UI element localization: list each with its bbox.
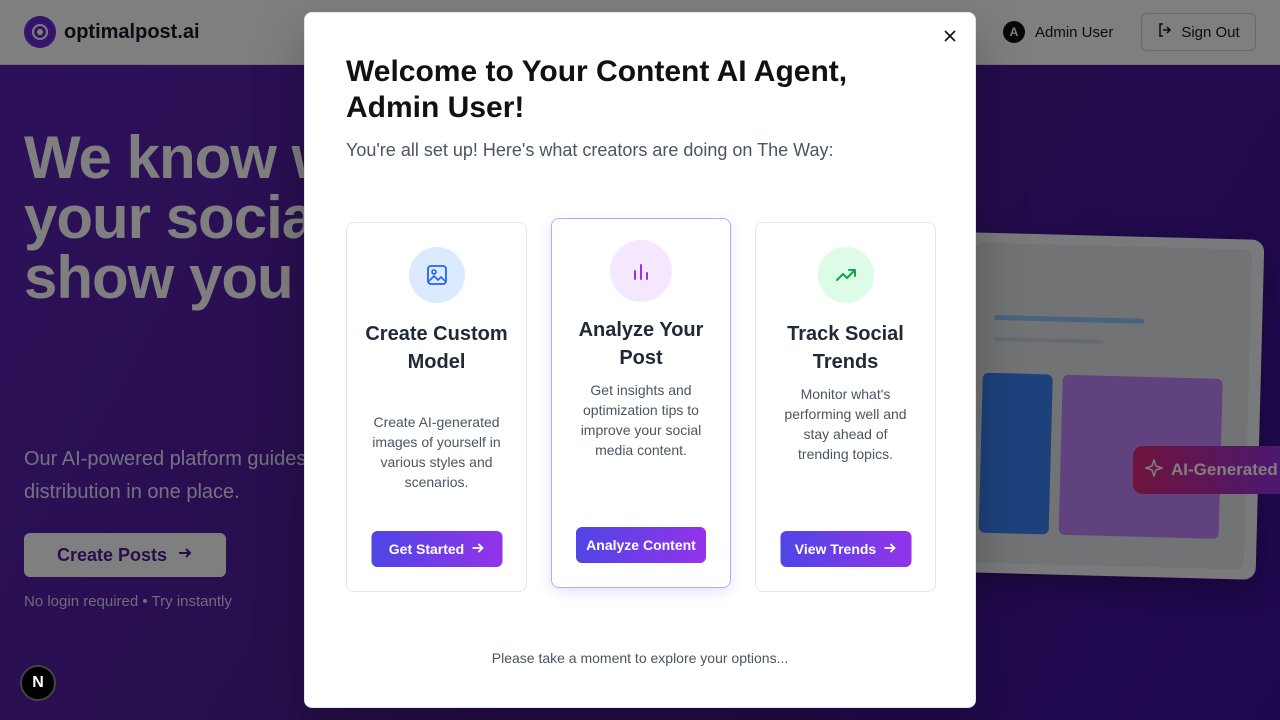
image-icon [408,247,465,303]
card-title: Create Custom Model [365,323,508,373]
card-title: Track Social Trends [787,323,904,373]
bar-chart-icon [610,240,672,302]
modal-footer-text: Please take a moment to explore your opt… [491,650,789,666]
card-create-custom-model: Create Custom Model Create AI-generated … [346,222,527,592]
card-track-social-trends: Track Social Trends Monitor what's perfo… [755,222,936,592]
card-title: Analyze Your Post [578,319,704,369]
card-description: Monitor what's performing well and stay … [784,386,907,462]
modal-subtitle: You're all set up! Here's what creators … [346,140,834,160]
close-icon [944,29,956,47]
trending-up-icon [817,247,874,303]
card-description: Get insights and optimization tips to im… [580,382,702,458]
view-trends-button[interactable]: View Trends [780,531,911,567]
analyze-content-label: Analyze Content [586,537,696,553]
get-started-button[interactable]: Get Started [371,531,502,567]
nextjs-dev-badge[interactable]: N [20,665,56,701]
arrow-right-icon [882,541,896,558]
get-started-label: Get Started [388,541,465,557]
welcome-modal: Welcome to Your Content AI Agent, Admin … [304,12,976,708]
arrow-right-icon [470,541,484,558]
analyze-content-button[interactable]: Analyze Content [576,527,706,563]
card-description: Create AI-generated images of yourself i… [372,414,501,490]
modal-title: Welcome to Your Content AI Agent, Admin … [346,55,848,124]
view-trends-label: View Trends [794,541,877,557]
card-analyze-your-post: Analyze Your Post Get insights and optim… [551,218,731,588]
close-button[interactable] [941,29,959,47]
